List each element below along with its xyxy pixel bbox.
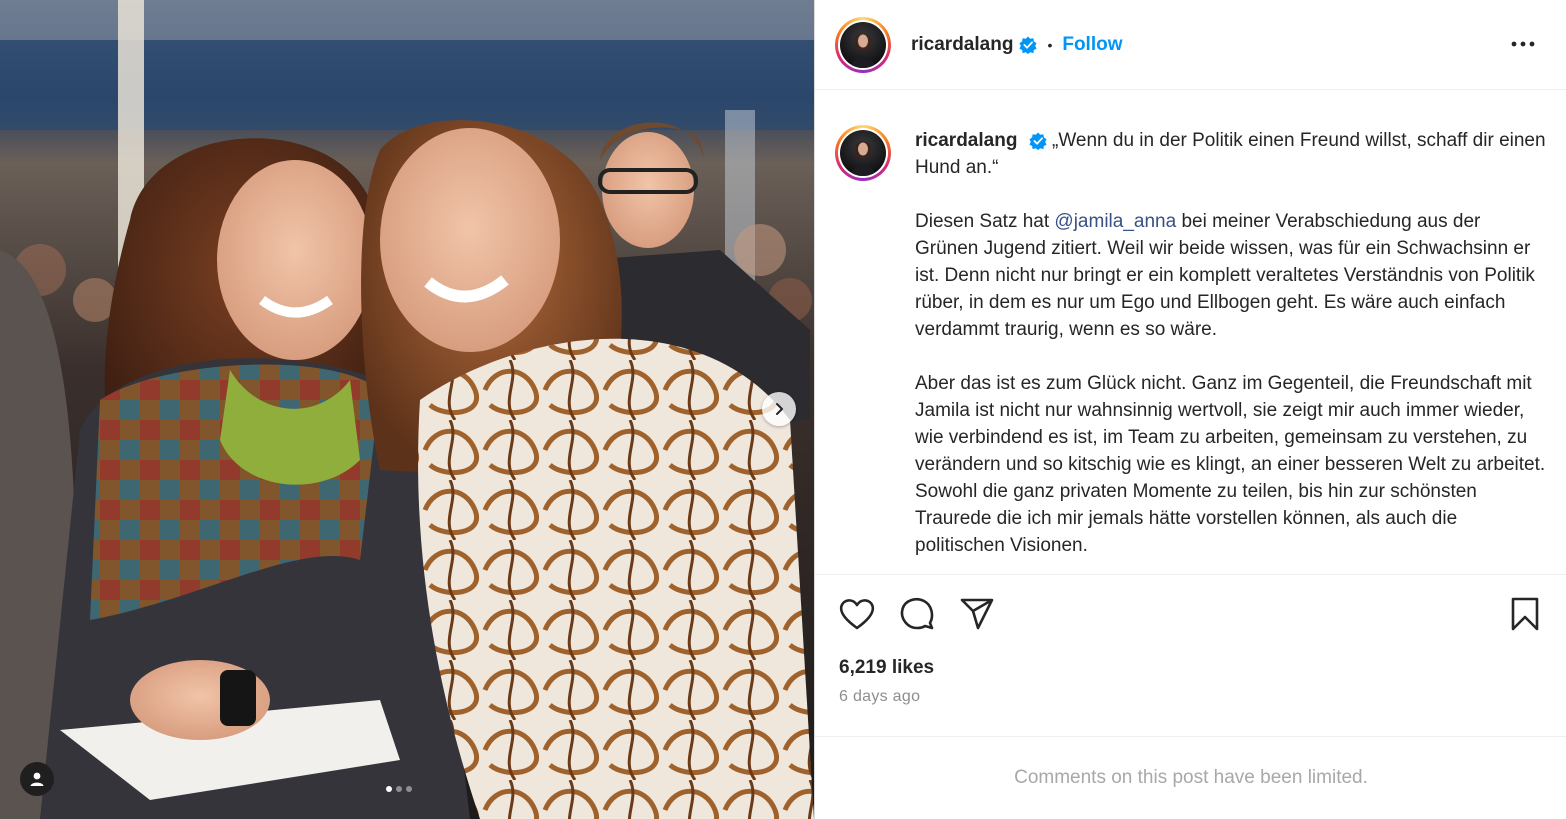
verified-badge-icon: [1029, 132, 1047, 150]
separator-dot: •: [1047, 36, 1053, 53]
bookmark-icon: [1511, 597, 1539, 631]
caption-paragraph-3: Aber das ist es zum Glück nicht. Ganz im…: [915, 373, 1546, 556]
post-actions: [815, 590, 1566, 640]
share-button[interactable]: [957, 594, 997, 634]
post-header: ricardalang • Follow: [815, 0, 1566, 90]
carousel-dot: [406, 786, 412, 792]
like-button[interactable]: [837, 594, 877, 634]
username-link[interactable]: ricardalang: [911, 34, 1013, 56]
carousel-indicator: [386, 786, 412, 792]
comment-button[interactable]: [897, 594, 937, 634]
comment-icon: [900, 597, 934, 630]
instagram-post: ricardalang • Follow ricardalang „Wenn d…: [0, 0, 1566, 819]
post-side-panel: ricardalang • Follow ricardalang „Wenn d…: [814, 0, 1566, 819]
caption-paragraph-2-start: Diesen Satz hat: [915, 211, 1055, 232]
caption-avatar[interactable]: [835, 125, 891, 181]
user-tags-button[interactable]: [20, 762, 54, 796]
profile-avatar[interactable]: [835, 16, 891, 73]
post-timestamp[interactable]: 6 days ago: [839, 688, 920, 706]
caption-section: ricardalang „Wenn du in der Politik eine…: [815, 91, 1566, 575]
follow-button[interactable]: Follow: [1062, 34, 1122, 56]
carousel-dot: [396, 786, 402, 792]
carousel-next-button[interactable]: [762, 392, 796, 426]
carousel-dot-active: [386, 786, 392, 792]
likes-count[interactable]: 6,219 likes: [839, 657, 934, 679]
verified-badge-icon: [1019, 35, 1037, 54]
post-photo: [0, 0, 814, 819]
more-options-button[interactable]: [1509, 30, 1537, 58]
post-media[interactable]: [0, 0, 814, 819]
comments-limited-notice: Comments on this post have been limited.: [815, 736, 1566, 819]
heart-icon: [839, 599, 875, 630]
more-options-icon: [1511, 41, 1535, 47]
chevron-right-icon: [776, 403, 783, 415]
caption-username[interactable]: ricardalang: [915, 130, 1017, 151]
mention-link[interactable]: @jamila_anna: [1054, 211, 1176, 232]
user-tag-icon: [30, 772, 44, 786]
send-icon: [960, 598, 994, 630]
avatar-photo: [840, 21, 886, 68]
caption-text: ricardalang „Wenn du in der Politik eine…: [915, 127, 1547, 574]
avatar-photo: [840, 130, 886, 176]
save-button[interactable]: [1505, 594, 1545, 634]
